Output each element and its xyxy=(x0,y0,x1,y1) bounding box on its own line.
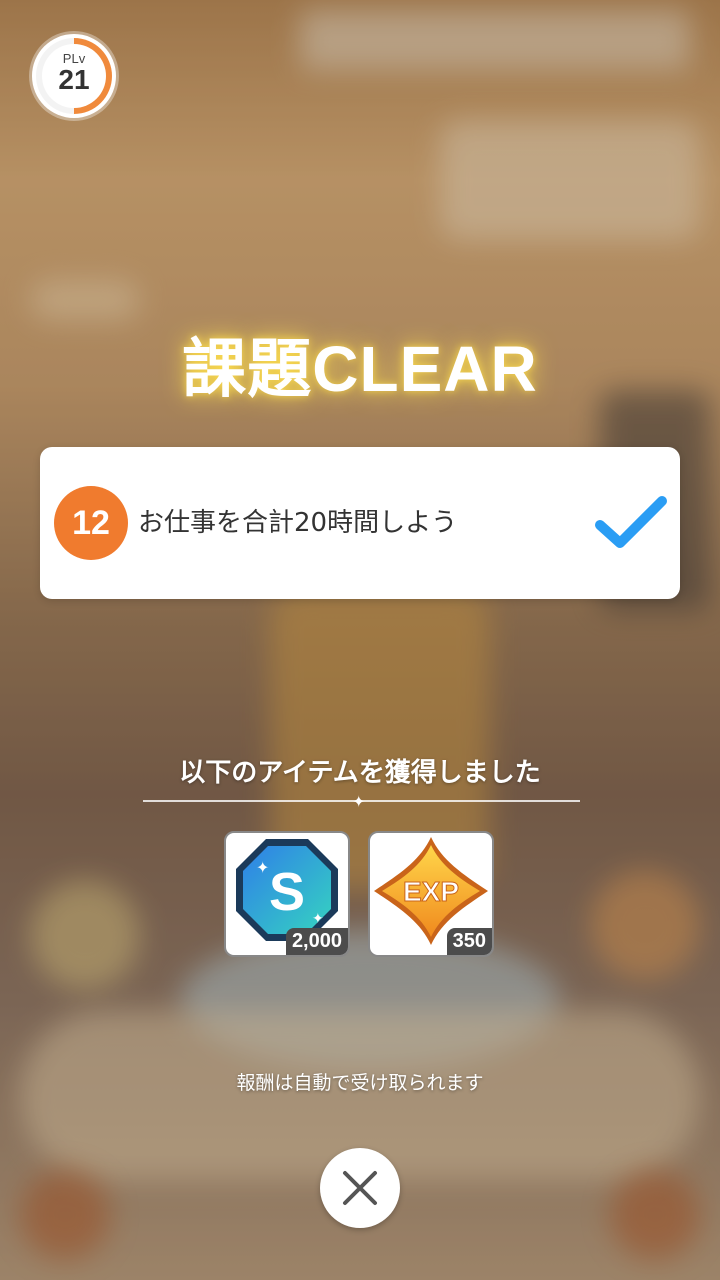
close-icon xyxy=(343,1171,377,1205)
auto-receive-note: 報酬は自動で受け取られます xyxy=(236,1072,484,1094)
reward-item-exp: EXP 350 xyxy=(368,831,494,957)
task-description: お仕事を合計20時間しよう xyxy=(138,508,458,538)
task-number-badge: 12 xyxy=(54,486,128,560)
mission-clear-title: 課題CLEAR xyxy=(182,333,538,405)
svg-text:EXP: EXP xyxy=(403,876,459,907)
reward-quantity: 350 xyxy=(446,928,492,955)
svg-text:✦: ✦ xyxy=(256,858,269,877)
close-button[interactable] xyxy=(320,1148,400,1228)
player-level-value: 21 xyxy=(58,64,90,95)
task-card: 12 お仕事を合計20時間しよう xyxy=(40,447,680,599)
sparkle-icon: ✦ xyxy=(352,792,366,811)
reward-quantity: 2,000 xyxy=(285,928,348,955)
player-level-badge[interactable]: PLv 21 xyxy=(32,34,116,118)
reward-item-s-currency: S ✦ ✦ 2,000 xyxy=(224,831,350,957)
svg-text:✦: ✦ xyxy=(312,911,324,927)
svg-text:S: S xyxy=(269,862,305,922)
rewards-heading: 以下のアイテムを獲得しました xyxy=(179,758,541,788)
checkmark-icon xyxy=(595,496,667,548)
